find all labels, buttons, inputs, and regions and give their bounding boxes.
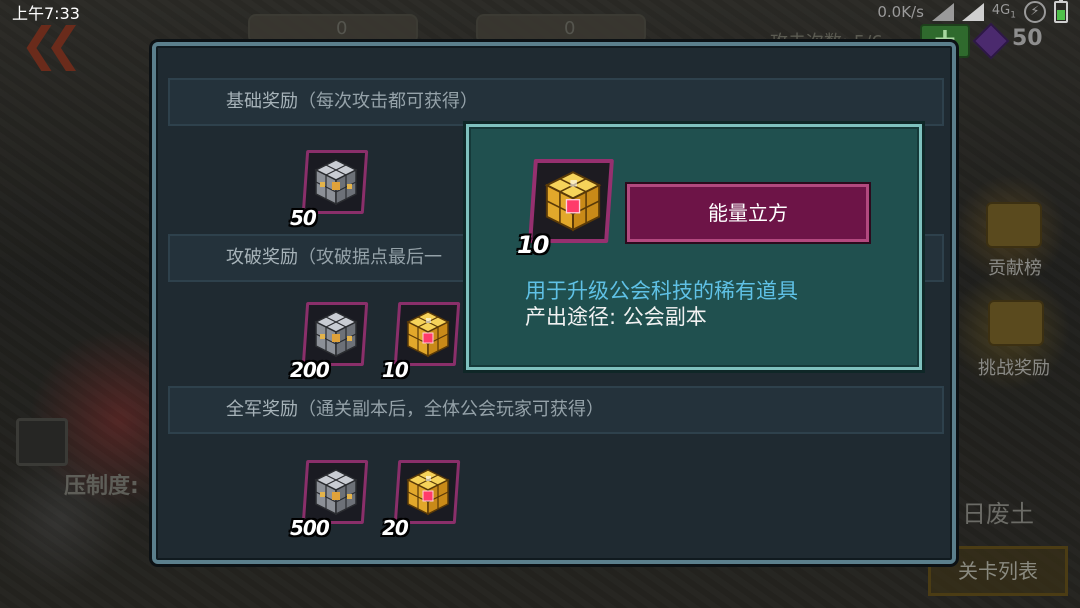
status-time: 上午7:33 [12,4,80,23]
section-hint: （攻破据点最后一 [298,247,442,268]
section-title: 攻破奖励 [226,247,298,268]
network-type-sub: 1 [1010,10,1016,21]
reward-item[interactable]: 500 [290,460,370,540]
ranking-label[interactable]: 贡献榜 [988,254,1042,280]
item-count: 500 [290,516,330,540]
item-count: 50 [290,206,317,230]
item-count: 200 [290,358,330,382]
network-type: 4G1 [992,3,1016,21]
left-menu-icon[interactable] [16,418,68,466]
back-chevron-icon[interactable]: ❮❮ [20,21,83,67]
item-name-plate: 能量立方 [627,184,869,242]
treasure-chest-icon[interactable] [988,300,1044,346]
gray-cube-icon [315,311,357,357]
gold-cube-icon [407,311,449,357]
item-count: 10 [382,358,409,382]
reward-item[interactable]: 10 [382,302,462,382]
net-speed: 0.0K/s [877,3,924,21]
battery-icon [1054,0,1068,23]
gray-cube-icon [315,159,357,205]
network-type-label: 4G [991,3,1011,19]
section-hint: （通关副本后，全体公会玩家可获得） [298,399,604,420]
item-tooltip[interactable]: 10 能量立方 用于升级公会科技的稀有道具 产出途径: 公会副本 [466,124,922,370]
section-title: 基础奖励 [226,91,298,112]
gold-cube-icon [545,171,601,231]
item-count: 20 [382,516,409,540]
reward-item[interactable]: 20 [382,460,462,540]
suppression-label: 压制度: [64,474,139,499]
section-header-basic: 基础奖励（每次攻击都可获得） [168,78,944,126]
section-hint: （每次攻击都可获得） [298,91,478,112]
area-name: 日废土 [962,500,1034,528]
gray-cube-icon [315,469,357,515]
reward-item[interactable]: 200 [290,302,370,382]
charging-icon: ⚡ [1024,1,1046,23]
status-indicators: 0.0K/s 4G1 ⚡ [877,0,1068,23]
status-bar: 上午7:33 0.0K/s 4G1 ⚡ [0,0,1080,24]
item-source: 产出途径: 公会副本 [525,305,707,329]
gem-count: 50 [1012,26,1043,51]
challenge-reward-label[interactable]: 挑战奖励 [978,354,1050,380]
reward-item[interactable]: 50 [290,150,370,230]
gold-cube-icon [407,469,449,515]
section-title: 全军奖励 [226,399,298,420]
wifi-signal-icon [931,3,954,21]
cell-signal-icon [961,3,984,21]
tooltip-item: 10 [517,157,619,259]
trophy-icon[interactable] [986,202,1042,248]
item-count: 10 [517,231,549,259]
section-header-army: 全军奖励（通关副本后，全体公会玩家可获得） [168,386,944,434]
